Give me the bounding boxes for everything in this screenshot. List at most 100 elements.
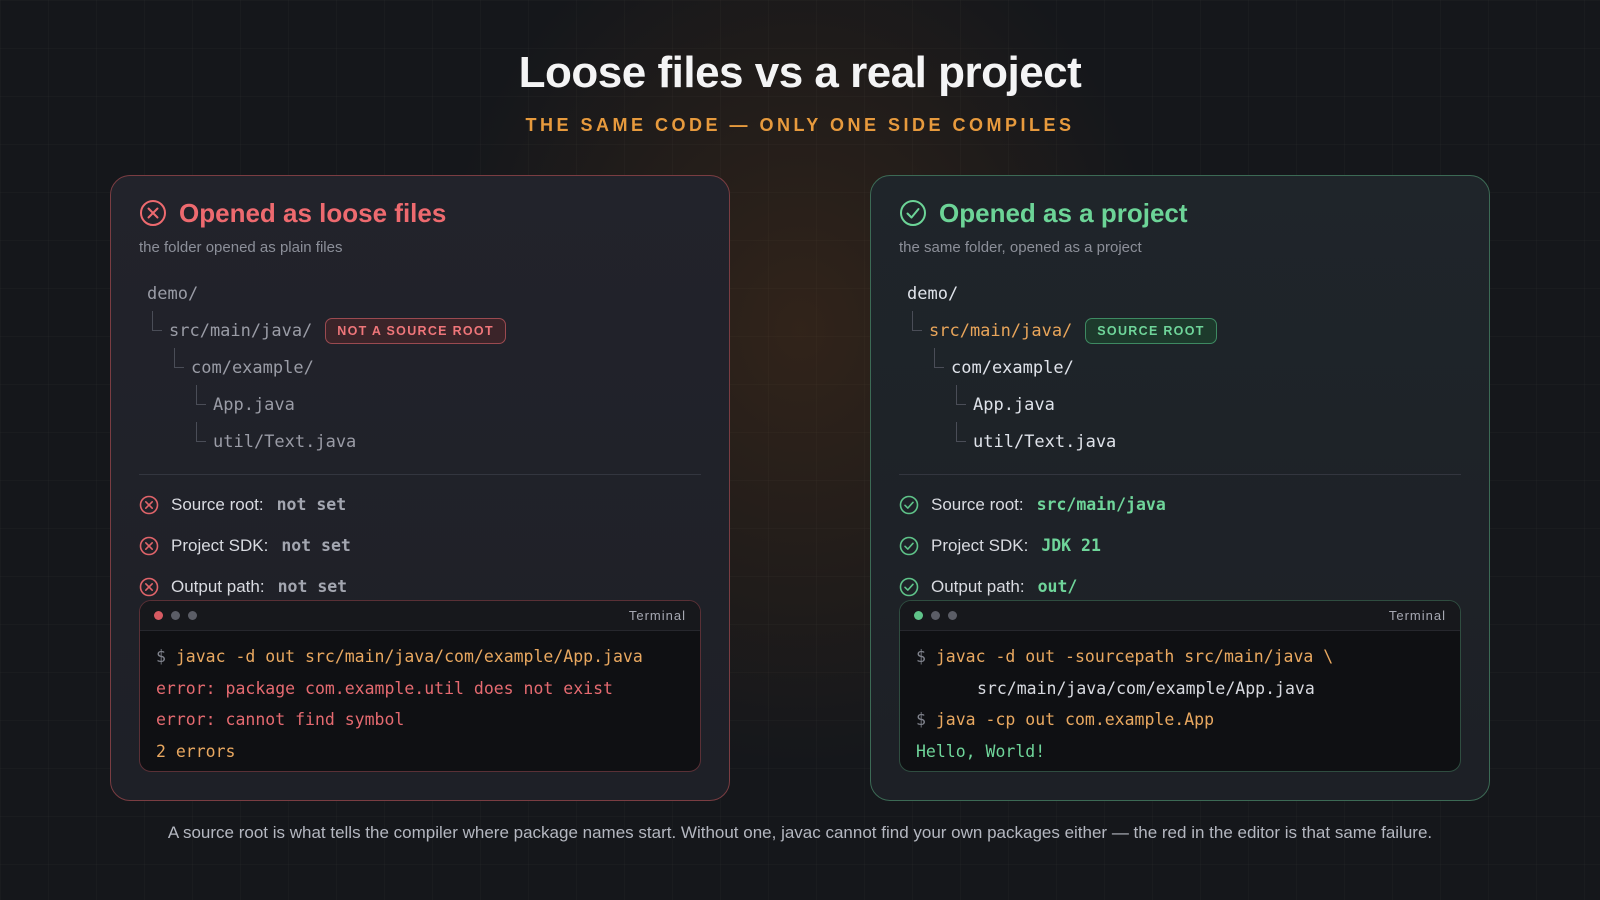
window-dot [931, 611, 940, 620]
file-tree: demo/ src/main/java/ SOURCE ROOT com/exa… [899, 276, 1461, 466]
tree-item-app-java[interactable]: App.java [196, 385, 295, 417]
terminal-line: $ javac -d out -sourcepath src/main/java… [916, 641, 1444, 673]
tree-item-label: demo/ [907, 284, 959, 304]
project-panel: Opened as a project the same folder, ope… [870, 175, 1490, 801]
window-dot [914, 611, 923, 620]
terminal-window[interactable]: Terminal $ javac -d out src/main/java/co… [139, 600, 701, 772]
tree-item-label: com/example/ [951, 358, 1074, 378]
tree-connector [956, 385, 966, 405]
tree-item-src[interactable]: src/main/java/ NOT A SOURCE ROOT [152, 311, 506, 344]
terminal-line: src/main/java/com/example/App.java [916, 673, 1444, 705]
check-label: Project SDK: [931, 535, 1029, 555]
check-label: Source root: [931, 494, 1024, 514]
tree-item-label: demo/ [147, 284, 199, 304]
tree-connector [934, 348, 944, 368]
terminal-window[interactable]: Terminal $ javac -d out -sourcepath src/… [899, 600, 1461, 772]
terminal-summary-line: 2 errors [156, 741, 236, 761]
x-circle-icon [139, 577, 159, 596]
x-circle-icon [139, 536, 159, 555]
tree-item-label: util/Text.java [973, 432, 1117, 452]
check-label: Output path: [931, 576, 1025, 596]
tree-item-text-java[interactable]: util/Text.java [196, 422, 357, 454]
check-label: Project SDK: [171, 535, 269, 555]
tree-connector [956, 422, 966, 442]
panel-header: Opened as a project [899, 196, 1461, 230]
tree-item-package[interactable]: com/example/ [174, 348, 314, 380]
terminal-command-continuation: src/main/java/com/example/App.java [977, 678, 1315, 698]
terminal-command: java -cp out com.example.App [935, 710, 1215, 729]
panel-description: the folder opened as plain files [139, 239, 343, 256]
tree-item-label: App.java [213, 395, 295, 415]
tree-item-label: src/main/java/ [929, 321, 1073, 341]
page-title: Loose files vs a real project [518, 48, 1082, 97]
tree-connector [196, 385, 206, 405]
terminal-titlebar: Terminal [140, 601, 700, 631]
check-project-sdk: Project SDK: JDK 21 [899, 525, 1461, 566]
terminal-output-line: Hello, World! [916, 741, 1046, 761]
tree-item-src[interactable]: src/main/java/ SOURCE ROOT [912, 311, 1217, 344]
tree-connector [174, 348, 184, 368]
terminal-output: $ javac -d out -sourcepath src/main/java… [900, 631, 1460, 767]
settings-checklist: Source root: not set Project SDK: not se… [139, 484, 701, 607]
tree-item-label: src/main/java/ [169, 321, 313, 341]
check-source-root: Source root: src/main/java [899, 484, 1461, 525]
divider [899, 474, 1461, 475]
terminal-title: Terminal [1388, 608, 1446, 623]
settings-checklist: Source root: src/main/java Project SDK: … [899, 484, 1461, 607]
not-source-root-badge: NOT A SOURCE ROOT [325, 318, 506, 344]
terminal-line: $ javac -d out src/main/java/com/example… [156, 641, 684, 673]
x-circle-icon [140, 200, 166, 226]
tree-connector [152, 311, 162, 331]
tree-item-app-java[interactable]: App.java [956, 385, 1055, 417]
terminal-line: $ java -cp out com.example.App [916, 704, 1444, 736]
tree-item-demo[interactable]: demo/ [147, 282, 198, 306]
terminal-titlebar: Terminal [900, 601, 1460, 631]
check-value: JDK 21 [1041, 536, 1101, 555]
window-dot [948, 611, 957, 620]
panel-header: Opened as loose files [139, 196, 701, 230]
check-value: out/ [1037, 577, 1078, 596]
tree-item-demo[interactable]: demo/ [907, 282, 958, 306]
check-source-root: Source root: not set [139, 484, 701, 525]
terminal-error-line: error: package com.example.util does not… [156, 678, 613, 698]
window-dot [188, 611, 197, 620]
terminal-output: $ javac -d out src/main/java/com/example… [140, 631, 700, 767]
divider [139, 474, 701, 475]
loose-files-panel: Opened as loose files the folder opened … [110, 175, 730, 801]
check-circle-icon [899, 536, 919, 555]
tree-item-package[interactable]: com/example/ [934, 348, 1074, 380]
footer-note: A source root is what tells the compiler… [167, 823, 1433, 842]
window-dot [154, 611, 163, 620]
check-project-sdk: Project SDK: not set [139, 525, 701, 566]
panel-title: Opened as loose files [179, 197, 447, 228]
source-root-badge: SOURCE ROOT [1085, 318, 1217, 344]
check-circle-icon [899, 495, 919, 514]
tree-item-label: util/Text.java [213, 432, 357, 452]
tree-item-label: App.java [973, 395, 1055, 415]
check-label: Output path: [171, 576, 265, 596]
terminal-title: Terminal [628, 608, 686, 623]
tree-item-text-java[interactable]: util/Text.java [956, 422, 1117, 454]
terminal-command: javac -d out src/main/java/com/example/A… [175, 647, 643, 666]
tree-item-label: com/example/ [191, 358, 314, 378]
check-label: Source root: [171, 494, 264, 514]
check-circle-icon [900, 200, 926, 226]
terminal-error-line: error: cannot find symbol [156, 710, 405, 729]
terminal-command: javac -d out -sourcepath src/main/java \ [935, 647, 1334, 666]
tree-connector [196, 422, 206, 442]
file-tree: demo/ src/main/java/ NOT A SOURCE ROOT c… [139, 276, 701, 466]
prompt-symbol: $ [916, 647, 926, 666]
check-value: not set [277, 577, 348, 596]
prompt-symbol: $ [916, 710, 926, 729]
prompt-symbol: $ [156, 647, 166, 666]
page-subtitle: THE SAME CODE — ONLY ONE SIDE COMPILES [525, 115, 1075, 135]
panel-title: Opened as a project [939, 197, 1188, 228]
check-value: src/main/java [1036, 495, 1166, 514]
tree-connector [912, 311, 922, 331]
check-value: not set [281, 536, 351, 555]
window-dot [171, 611, 180, 620]
check-value: not set [276, 495, 347, 514]
check-circle-icon [899, 577, 919, 596]
panel-description: the same folder, opened as a project [899, 239, 1142, 256]
x-circle-icon [139, 495, 159, 514]
